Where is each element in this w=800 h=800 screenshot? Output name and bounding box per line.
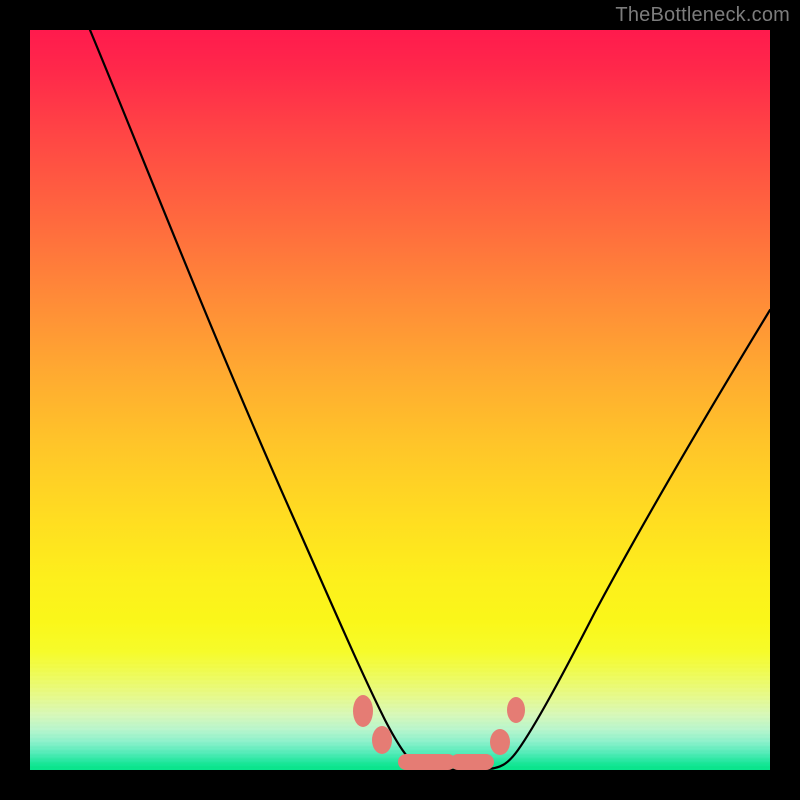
marker-5	[490, 729, 510, 755]
marker-2	[372, 726, 392, 754]
watermark-text: TheBottleneck.com	[615, 4, 790, 27]
marker-4-wide	[450, 754, 494, 770]
plot-area	[30, 30, 770, 770]
marker-3-wide	[398, 754, 456, 770]
curve-layer	[30, 30, 770, 770]
bottleneck-curve	[90, 30, 770, 770]
chart-frame: TheBottleneck.com	[0, 0, 800, 800]
marker-1	[353, 695, 373, 727]
marker-6	[507, 697, 525, 723]
